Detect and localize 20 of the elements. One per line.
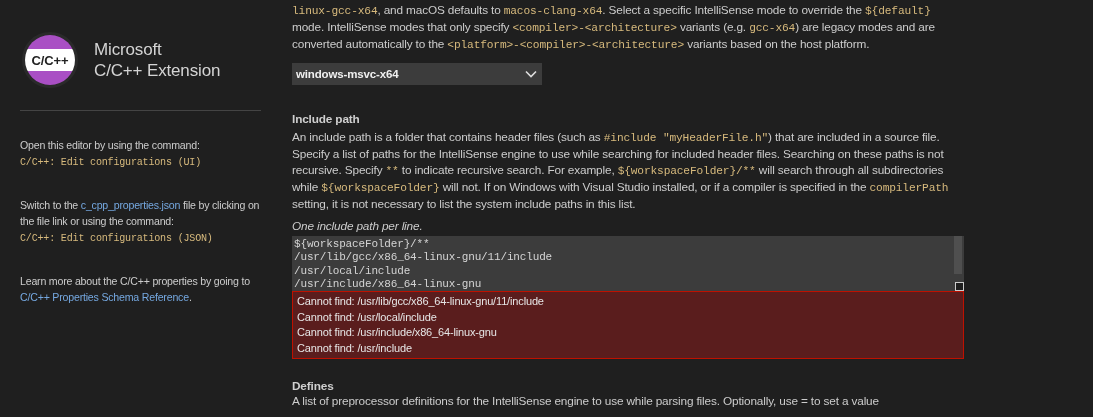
sidebar-note: Learn more about the C/C++ properties by going to C/C++ Properties Schema Reference. (20, 274, 251, 305)
error-message: Cannot find: /usr/include (297, 340, 413, 356)
extension-title: Microsoft C/C++ Extension (94, 39, 221, 81)
chevron-down-icon (525, 70, 537, 78)
sidebar-note: Open this editor by using the command: C/C++: Edit configurations (UI) (20, 138, 202, 170)
section-heading: Include path (292, 112, 361, 126)
link[interactable]: C/C++ Properties Schema Reference (20, 291, 189, 303)
include-path-description: An include path is a folder that contains header files (such as #include "myHeaderFile.h") that are included in a source file. Specify a list of paths for the IntelliSense engine to use while searching for included header files. Searching on these paths is not recursive. Specify ** to indicate recursive search. For example, ${workspaceFolder}/** will search through all subdirectories while ${workspaceFolder} will not. If on Windows with Visual Studio installed, or if a compiler is specified in the compilerPath setting, it is not necessary to list the system include paths in this list. (292, 129, 950, 212)
defines-description: A list of preprocessor definitions for the IntelliSense engine to use while parsing files. Optionally, use = to set a value (292, 393, 880, 409)
include-path-field[interactable]: ${workspaceFolder}/** /usr/lib/gcc/x86_64-linux-gnu/11/include /usr/local/include /usr/include/x86_64-linux-gnu (292, 236, 964, 291)
error-message: Cannot find: /usr/lib/gcc/x86_64-linux-gnu/11/include (297, 294, 545, 309)
section-heading: Defines (292, 379, 335, 393)
link[interactable]: c_cpp_properties.json (80, 199, 181, 211)
extension-logo-icon: C/C++ (22, 32, 78, 88)
field-hint: One include path per line. (292, 219, 424, 233)
error-message: Cannot find: /usr/include/x86_64-linux-gnu (297, 325, 498, 340)
sidebar-note: Switch to the c_cpp_properties.json file by clicking on the file link or using the command: C/C++: Edit configurations (JSON) (20, 198, 261, 246)
mode-description: linux-gcc-x64, and macOS defaults to macos-clang-x64. Select a specific IntelliSense mode to override the ${default} mode. IntelliSense modes that only specify <compiler>-<architecture> variants (e.g. gcc-x64) are legacy modes and are converted automatically to the <platform>-<compiler>-<architecture> variants based on the host platform. (292, 2, 936, 53)
error-message: Cannot find: /usr/local/include (297, 309, 438, 325)
intellisense-mode-dropdown[interactable]: windows-msvc-x64 (292, 63, 542, 85)
